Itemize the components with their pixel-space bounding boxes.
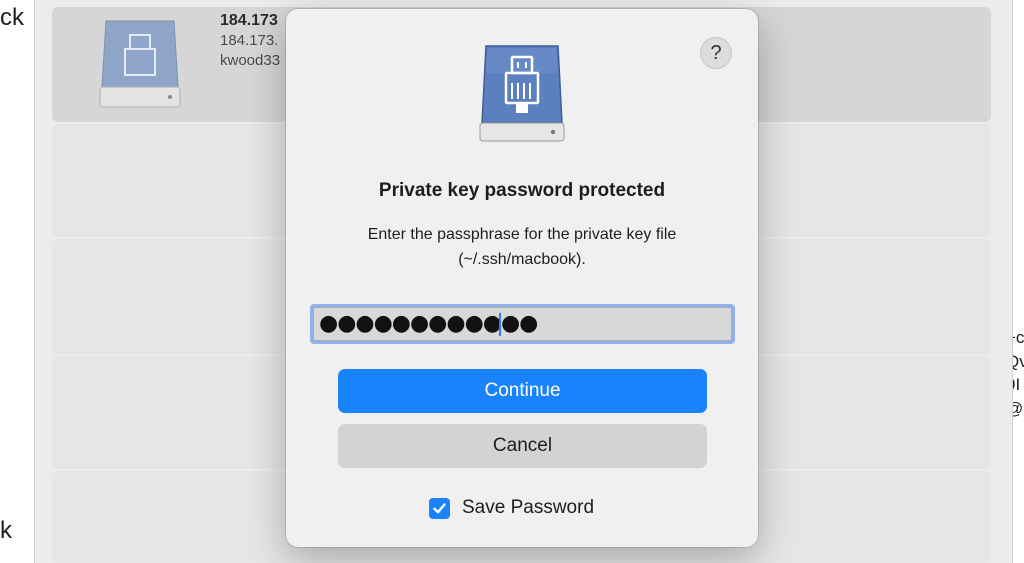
continue-button[interactable]: Continue [338, 369, 707, 413]
server-drive-icon [99, 20, 181, 108]
text-caret [499, 313, 501, 336]
passphrase-input[interactable] [319, 307, 724, 341]
cancel-button[interactable]: Cancel [338, 424, 707, 468]
save-password-option[interactable]: Save Password [429, 496, 594, 520]
dialog-message: Enter the passphrase for the private key… [367, 226, 677, 268]
host-address: 184.173. [220, 32, 279, 49]
save-password-checkbox[interactable] [429, 497, 450, 519]
help-button[interactable]: ? [700, 37, 732, 69]
host-user: kwood33 [220, 52, 281, 69]
host-title: 184.173 [220, 12, 278, 29]
passphrase-dialog: ? Private key password protected Enter t… [286, 9, 758, 547]
help-icon: ? [710, 42, 722, 64]
server-drive-icon [479, 45, 565, 142]
save-password-label: Save Password [462, 497, 595, 518]
checkmark-icon [433, 502, 446, 513]
dialog-title: Private key password protected [378, 180, 666, 201]
background-edge-text-bottom: k [0, 517, 12, 544]
background-edge-text-top: ck [0, 4, 24, 31]
host-info: 184.173 184.173. kwood33 [220, 11, 290, 71]
passphrase-field[interactable] [310, 304, 735, 344]
